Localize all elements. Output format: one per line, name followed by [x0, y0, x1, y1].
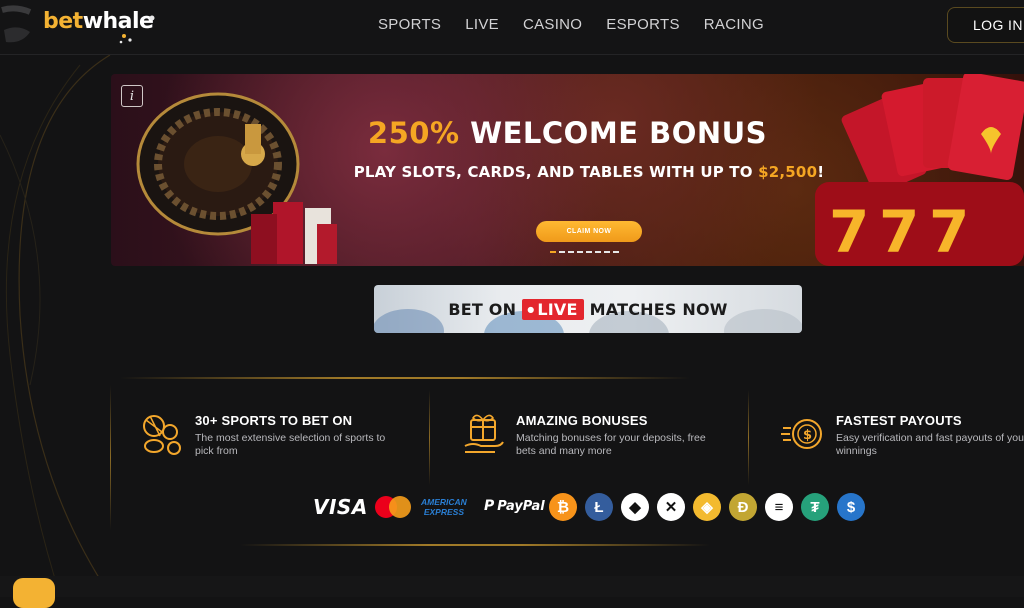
live-banner-pre: BET ON — [448, 300, 517, 319]
feature-divider-2 — [748, 390, 749, 485]
nav-racing[interactable]: RACING — [704, 16, 764, 33]
banner-subtitle: PLAY SLOTS, CARDS, AND TABLES WITH UP TO… — [111, 163, 1024, 181]
svg-text:$: $ — [803, 428, 812, 443]
solana-icon: ≡ — [765, 493, 793, 521]
bitcoin-icon: ₿ — [549, 493, 577, 521]
login-button[interactable]: LOG IN — [947, 7, 1024, 43]
banner-subtitle-end: ! — [817, 163, 825, 181]
dogecoin-icon: Ð — [729, 493, 757, 521]
carousel-dot[interactable] — [613, 251, 619, 253]
nav-live[interactable]: LIVE — [465, 16, 499, 33]
bottom-section — [0, 576, 1024, 597]
bonus-title-text: WELCOME BONUS — [470, 116, 768, 150]
mastercard-logo — [375, 496, 411, 518]
carousel-dot[interactable] — [559, 251, 565, 253]
separator-top — [120, 377, 690, 379]
feature-title: FASTEST PAYOUTS — [836, 413, 962, 428]
amex-bottom: EXPRESS — [423, 507, 464, 517]
bnb-icon: ◈ — [693, 493, 721, 521]
feature-border-left — [110, 385, 111, 530]
claim-now-button[interactable]: CLAIM NOW — [536, 221, 642, 242]
gift-hand-icon — [464, 414, 504, 453]
live-badge-label: LIVE — [537, 300, 578, 319]
paypal-logo: P PayPal — [484, 498, 545, 514]
carousel-dot[interactable] — [604, 251, 610, 253]
xrp-icon: ✕ — [657, 493, 685, 521]
live-matches-banner[interactable]: BET ON ● LIVE MATCHES NOW — [374, 285, 802, 333]
carousel-indicators — [550, 251, 619, 253]
info-icon[interactable]: i — [121, 85, 143, 107]
main-nav: SPORTS LIVE CASINO ESPORTS RACING — [378, 16, 788, 33]
svg-text:7: 7 — [829, 198, 869, 266]
promo-banner[interactable]: 7 7 7 i 250% WELCOME BONUS PLAY SLOTS, C… — [111, 74, 1024, 266]
svg-text:7: 7 — [879, 198, 919, 266]
ethereum-icon: ◆ — [621, 493, 649, 521]
visa-logo: VISA — [313, 495, 368, 519]
nav-esports[interactable]: ESPORTS — [606, 16, 680, 33]
amex-logo: AMERICAN EXPRESS — [421, 497, 467, 517]
feature-title: AMAZING BONUSES — [516, 413, 648, 428]
banner-title: 250% WELCOME BONUS — [111, 116, 1024, 150]
feature-description: Matching bonuses for your deposits, free… — [516, 432, 706, 457]
amex-top: AMERICAN — [421, 497, 467, 507]
separator-bottom — [240, 544, 710, 546]
live-badge: ● LIVE — [522, 299, 584, 320]
feature-divider-1 — [429, 390, 430, 485]
live-banner-text: BET ON ● LIVE MATCHES NOW — [374, 299, 802, 320]
svg-text:7: 7 — [929, 198, 969, 266]
feature-title: 30+ SPORTS TO BET ON — [195, 413, 353, 428]
header: betwhale SPORTS LIVE CASINO ESPORTS RACI… — [0, 0, 1024, 55]
whale-mark-icon — [1, 5, 32, 43]
carousel-dot[interactable] — [595, 251, 601, 253]
live-dot-icon: ● — [527, 305, 535, 314]
carousel-dot[interactable] — [568, 251, 574, 253]
sports-balls-icon — [143, 415, 181, 455]
banner-subtitle-text: PLAY SLOTS, CARDS, AND TABLES WITH UP TO — [353, 163, 759, 181]
support-chat-button[interactable] — [13, 578, 55, 608]
carousel-dot[interactable] — [577, 251, 583, 253]
logo-bubbles-icon — [119, 15, 155, 44]
logo-bet-text: bet — [43, 9, 83, 34]
tether-icon: ₮ — [801, 493, 829, 521]
carousel-dot[interactable] — [586, 251, 592, 253]
nav-casino[interactable]: CASINO — [523, 16, 582, 33]
bonus-amount: $2,500 — [758, 163, 818, 181]
coin-fast-icon: $ — [781, 419, 822, 449]
nav-sports[interactable]: SPORTS — [378, 16, 441, 33]
paypal-p-icon: P — [484, 498, 495, 514]
feature-description: The most extensive selection of sports t… — [195, 432, 386, 457]
live-banner-post: MATCHES NOW — [589, 300, 728, 319]
bonus-percent: 250% — [367, 116, 460, 150]
usdc-icon: $ — [837, 493, 865, 521]
feature-description: Easy verification and fast payouts of yo… — [836, 432, 1024, 457]
paypal-text: PayPal — [497, 498, 545, 514]
litecoin-icon: Ł — [585, 493, 613, 521]
carousel-dot[interactable] — [550, 251, 556, 253]
